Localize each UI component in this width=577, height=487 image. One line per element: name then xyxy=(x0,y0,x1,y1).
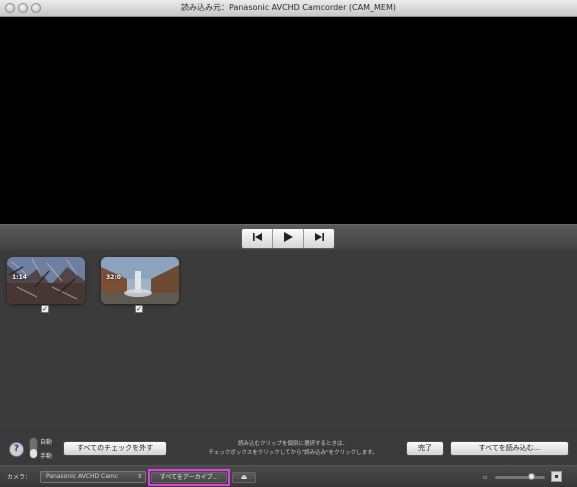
clip-duration: 32:0 xyxy=(106,274,121,281)
transport-bar xyxy=(0,224,577,251)
auto-label: 自動 xyxy=(40,439,53,446)
camera-select-value: Panasonic AVCHD Camc xyxy=(46,473,119,480)
eject-button[interactable]: ⏏ xyxy=(232,472,256,483)
clip-browser: 1:14 ✓ 32:0 ✓ xyxy=(0,250,577,430)
title-bar: 読み込み元：Panasonic AVCHD Camcorder (CAM_MEM… xyxy=(0,0,577,17)
skip-forward-icon xyxy=(314,233,324,244)
instructions-line-1: 読み込むクリップを個別に選択するときは、 xyxy=(237,441,348,447)
eject-icon: ⏏ xyxy=(240,473,248,481)
chevron-updown-icon: ⇕ xyxy=(136,473,142,480)
skip-back-button[interactable] xyxy=(242,229,273,248)
camera-label: カメラ： xyxy=(7,474,32,481)
import-window: 読み込み元：Panasonic AVCHD Camcorder (CAM_MEM… xyxy=(0,0,577,487)
manual-label: 手動 xyxy=(40,453,53,460)
help-button[interactable]: ? xyxy=(9,442,24,457)
zoom-slider[interactable] xyxy=(495,476,545,479)
instructions-text: 読み込むクリップを個別に選択するときは、 チェックボックスをクリックしてから"読… xyxy=(188,440,398,458)
skip-forward-button[interactable] xyxy=(304,229,334,248)
uncheck-all-button[interactable]: すべてのチェックを外す xyxy=(63,441,167,456)
archive-all-button[interactable]: すべてをアーカイブ... xyxy=(151,472,227,483)
camera-select[interactable]: Panasonic AVCHD Camc ⇕ xyxy=(40,471,146,483)
toggle-knob xyxy=(30,449,37,458)
clip-thumbnail[interactable]: 32:0 xyxy=(101,257,179,304)
auto-manual-toggle[interactable] xyxy=(29,437,38,459)
import-all-button[interactable]: すべてを読み込む... xyxy=(450,441,569,456)
zoom-slider-knob[interactable] xyxy=(527,473,535,480)
clip-duration: 1:14 xyxy=(12,274,27,281)
status-bar: カメラ： Panasonic AVCHD Camc ⇕ すべてをアーカイブ...… xyxy=(0,465,577,487)
clip-thumbnail[interactable]: 1:14 xyxy=(7,257,85,304)
large-thumbnail-icon: ▪ xyxy=(551,471,562,482)
clip-checkbox[interactable]: ✓ xyxy=(135,305,143,313)
transport-controls xyxy=(241,228,335,249)
video-preview xyxy=(0,17,577,224)
done-button[interactable]: 完了 xyxy=(406,441,444,456)
window-title: 読み込み元：Panasonic AVCHD Camcorder (CAM_MEM… xyxy=(181,3,396,12)
play-button[interactable] xyxy=(273,229,304,248)
skip-back-icon xyxy=(252,233,262,244)
import-controls: ? 自動 手動 すべてのチェックを外す 読み込むクリップを個別に選択するときは、… xyxy=(0,430,577,465)
clip-checkbox[interactable]: ✓ xyxy=(41,305,49,313)
instructions-line-2: チェックボックスをクリックしてから"読み込み"をクリックします。 xyxy=(208,450,378,456)
small-thumbnail-icon: ▫ xyxy=(483,474,488,481)
play-icon xyxy=(283,232,293,245)
